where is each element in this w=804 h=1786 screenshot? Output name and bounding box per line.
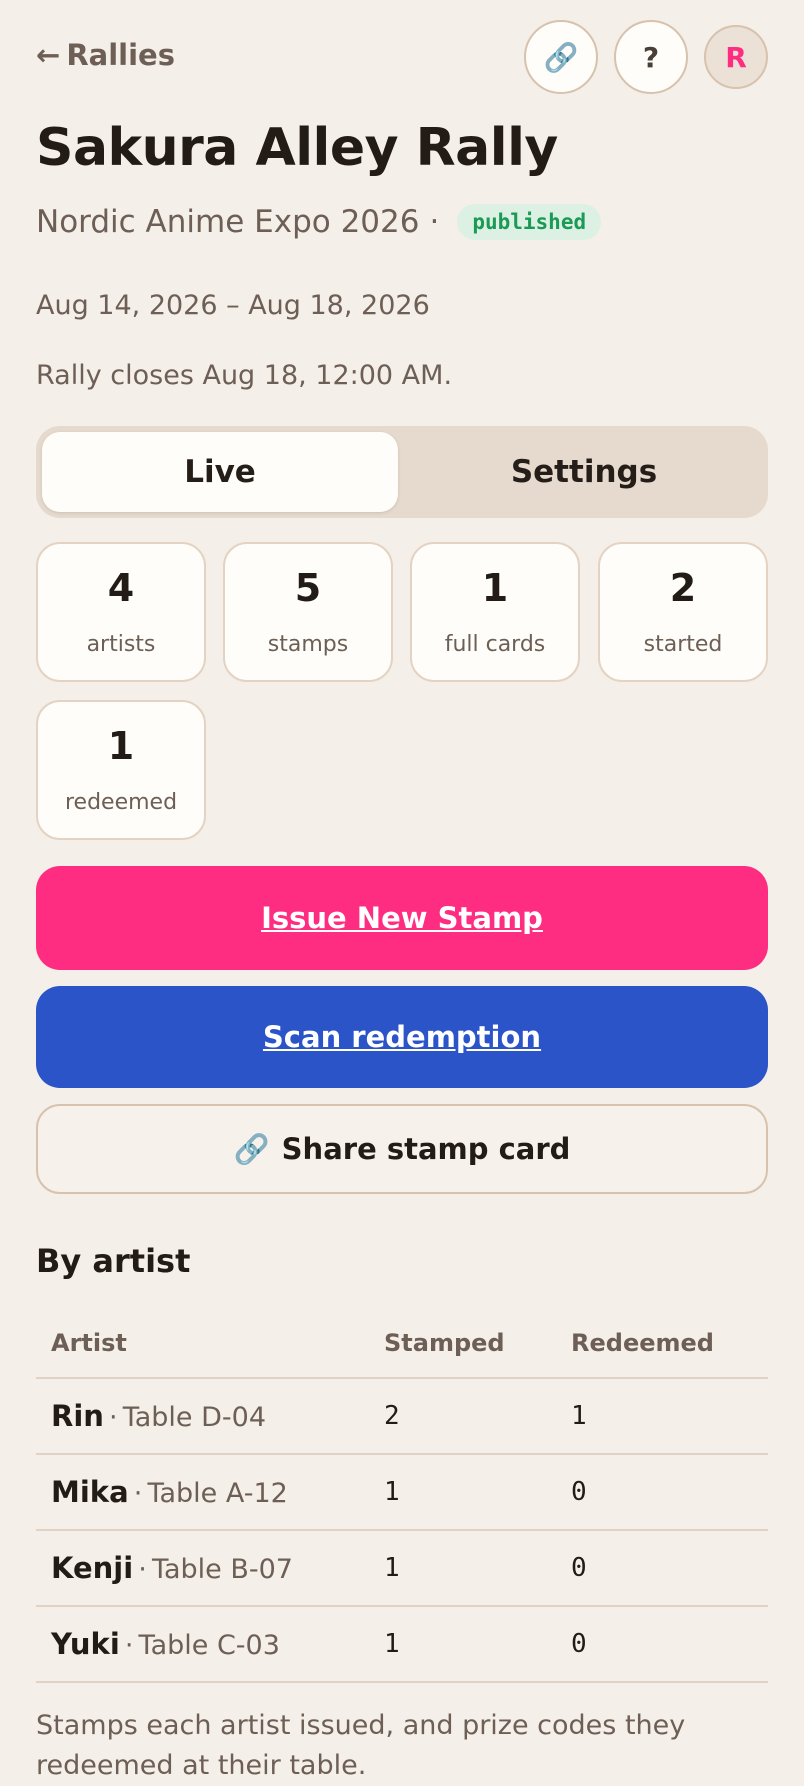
table-row: Yuki · Table C-03 1 0 <box>36 1606 768 1683</box>
column-header-artist: Artist <box>36 1308 369 1379</box>
stat-value: 2 <box>669 566 697 610</box>
avatar-initial: R <box>725 40 747 74</box>
link-icon: 🔗 <box>233 1131 270 1166</box>
artist-separator: · <box>133 1478 143 1509</box>
view-tabs: Live Settings <box>36 426 768 518</box>
column-header-redeemed: Redeemed <box>556 1308 768 1379</box>
tab-live[interactable]: Live <box>42 432 398 512</box>
stamped-count: 1 <box>369 1454 556 1531</box>
back-link-label: Rallies <box>66 38 175 72</box>
link-icon: 🔗 <box>543 40 579 74</box>
artist-name: Yuki <box>51 1627 120 1661</box>
artist-name: Rin <box>51 1399 104 1433</box>
artist-cell: Kenji · Table B-07 <box>36 1530 369 1607</box>
artist-table: Artist Stamped Redeemed Rin · Table D-04… <box>36 1308 768 1683</box>
copy-link-button[interactable]: 🔗 <box>524 20 598 94</box>
artist-separator: · <box>138 1554 147 1585</box>
stamped-count: 1 <box>369 1530 556 1607</box>
stat-card-full-cards: 1 full cards <box>410 542 580 682</box>
artist-table-number: Table B-07 <box>151 1554 293 1585</box>
artist-table-number: Table A-12 <box>147 1478 288 1509</box>
stat-label: redeemed <box>64 790 178 815</box>
back-arrow-icon: ← <box>36 38 61 72</box>
stamped-count: 1 <box>369 1606 556 1683</box>
redeemed-count: 0 <box>556 1606 768 1683</box>
status-badge: published <box>457 204 602 240</box>
stat-label: full cards <box>444 632 546 657</box>
share-stamp-card-button[interactable]: 🔗 Share stamp card <box>36 1104 768 1194</box>
table-row: Kenji · Table B-07 1 0 <box>36 1530 768 1607</box>
subtitle-separator: · <box>429 204 440 240</box>
stat-value: 4 <box>107 566 135 610</box>
stat-card-started: 2 started <box>598 542 768 682</box>
by-artist-heading: By artist <box>36 1242 191 1280</box>
help-button[interactable]: ? <box>614 20 688 94</box>
stat-label: stamps <box>267 632 349 657</box>
back-to-rallies-link[interactable]: ← Rallies <box>36 38 175 72</box>
tab-settings[interactable]: Settings <box>406 432 762 512</box>
artist-name: Kenji <box>51 1551 134 1585</box>
artist-cell: Yuki · Table C-03 <box>36 1606 369 1683</box>
artist-table-number: Table D-04 <box>122 1402 266 1433</box>
scan-redemption-button[interactable]: Scan redemption <box>36 986 768 1088</box>
share-button-label: Share stamp card <box>281 1132 571 1166</box>
stat-card-redeemed: 1 redeemed <box>36 700 206 840</box>
redeemed-count: 0 <box>556 1454 768 1531</box>
rally-close-note: Rally closes Aug 18, 12:00 AM. <box>36 360 453 391</box>
table-row: Mika · Table A-12 1 0 <box>36 1454 768 1531</box>
stat-value: 5 <box>294 566 322 610</box>
redeemed-count: 1 <box>556 1378 768 1455</box>
stamped-count: 2 <box>369 1378 556 1455</box>
help-icon: ? <box>642 40 660 74</box>
stat-card-stamps: 5 stamps <box>223 542 393 682</box>
table-header-row: Artist Stamped Redeemed <box>36 1308 768 1379</box>
stat-value: 1 <box>107 724 135 768</box>
artist-separator: · <box>124 1630 134 1661</box>
redeemed-count: 0 <box>556 1530 768 1607</box>
stat-value: 1 <box>481 566 509 610</box>
rally-subtitle: Nordic Anime Expo 2026 · published <box>36 204 602 240</box>
stat-label: artists <box>86 632 156 657</box>
event-name: Nordic Anime Expo 2026 <box>36 204 420 240</box>
page-title: Sakura Alley Rally <box>36 118 558 178</box>
artist-cell: Rin · Table D-04 <box>36 1378 369 1455</box>
by-artist-footnote: Stamps each artist issued, and prize cod… <box>36 1710 686 1781</box>
top-actions: 🔗 ? R <box>524 20 768 94</box>
artist-separator: · <box>109 1402 118 1433</box>
artist-table-number: Table C-03 <box>138 1630 280 1661</box>
user-avatar[interactable]: R <box>704 25 768 89</box>
artist-name: Mika <box>51 1475 129 1509</box>
stat-label: started <box>643 632 723 657</box>
issue-new-stamp-button[interactable]: Issue New Stamp <box>36 866 768 970</box>
artist-cell: Mika · Table A-12 <box>36 1454 369 1531</box>
top-bar: ← Rallies 🔗 ? R <box>36 20 768 98</box>
stat-card-artists: 4 artists <box>36 542 206 682</box>
rally-dates: Aug 14, 2026 – Aug 18, 2026 <box>36 290 430 321</box>
table-row: Rin · Table D-04 2 1 <box>36 1378 768 1455</box>
column-header-stamped: Stamped <box>369 1308 556 1379</box>
